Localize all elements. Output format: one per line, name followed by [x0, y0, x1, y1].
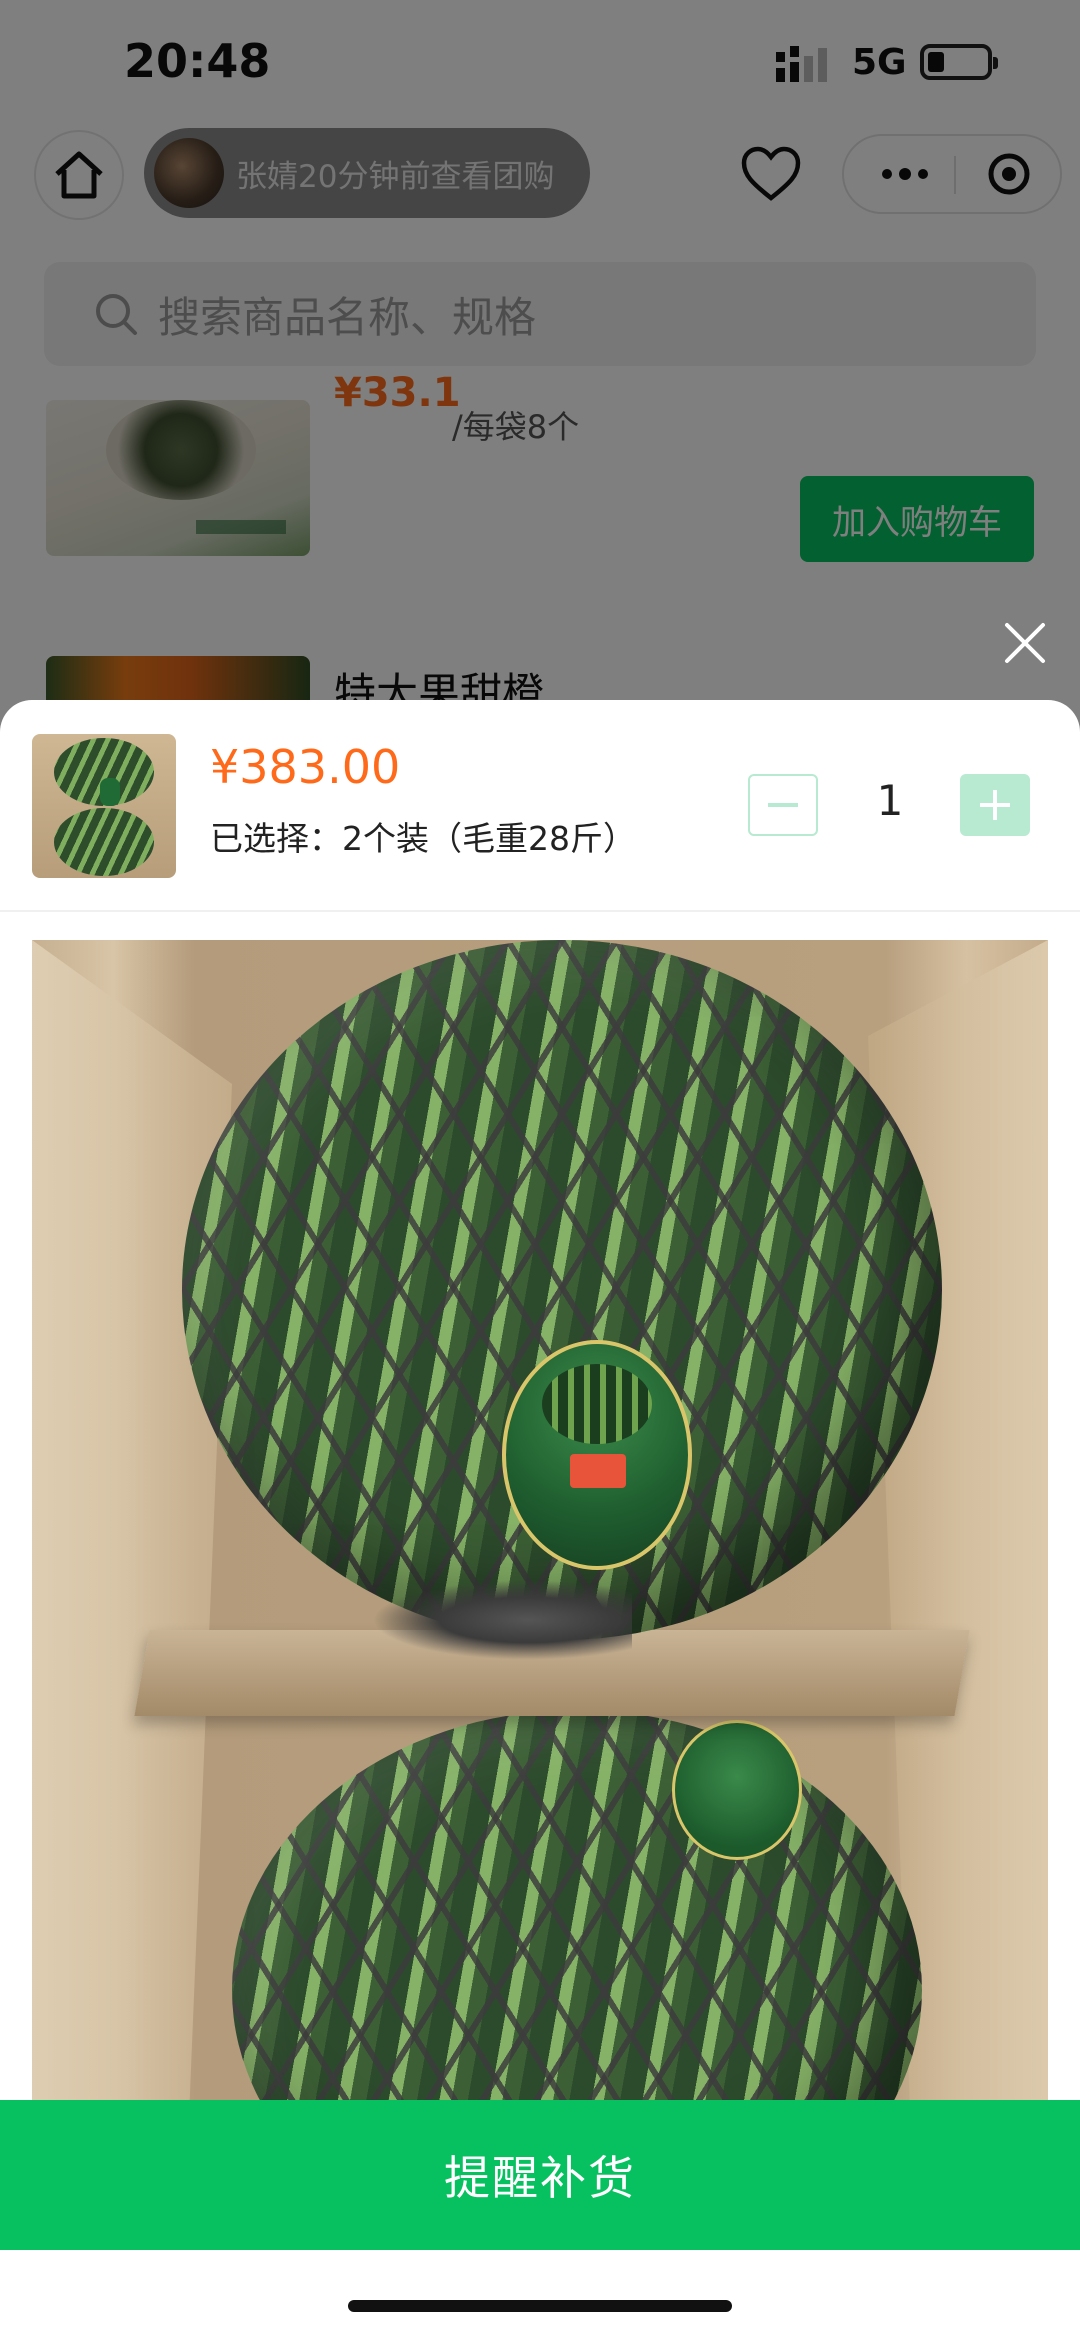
sku-price: ¥383.00 — [210, 740, 401, 794]
quantity-increase-button[interactable] — [960, 774, 1030, 836]
close-icon — [1005, 623, 1045, 663]
melon-stem — [372, 1580, 632, 1660]
brand-sticker — [672, 1720, 802, 1860]
brand-sticker — [502, 1340, 692, 1570]
restock-reminder-button[interactable]: 提醒补货 — [0, 2100, 1080, 2250]
home-indicator — [348, 2300, 732, 2312]
close-sheet-button[interactable] — [996, 612, 1054, 674]
plus-icon — [980, 790, 1010, 820]
sku-thumbnail[interactable] — [32, 734, 176, 878]
minus-icon — [768, 803, 798, 807]
watermelon-image — [232, 1710, 922, 2140]
quantity-value[interactable]: 1 — [860, 776, 920, 825]
sku-selected-text: 已选择：2个装（毛重28斤） — [210, 819, 636, 858]
quantity-decrease-button[interactable] — [748, 774, 818, 836]
product-photo[interactable] — [32, 940, 1048, 2140]
divider — [0, 910, 1080, 912]
sku-sheet: ¥383.00 已选择：2个装（毛重28斤） 1 提醒补货 — [0, 700, 1080, 2337]
